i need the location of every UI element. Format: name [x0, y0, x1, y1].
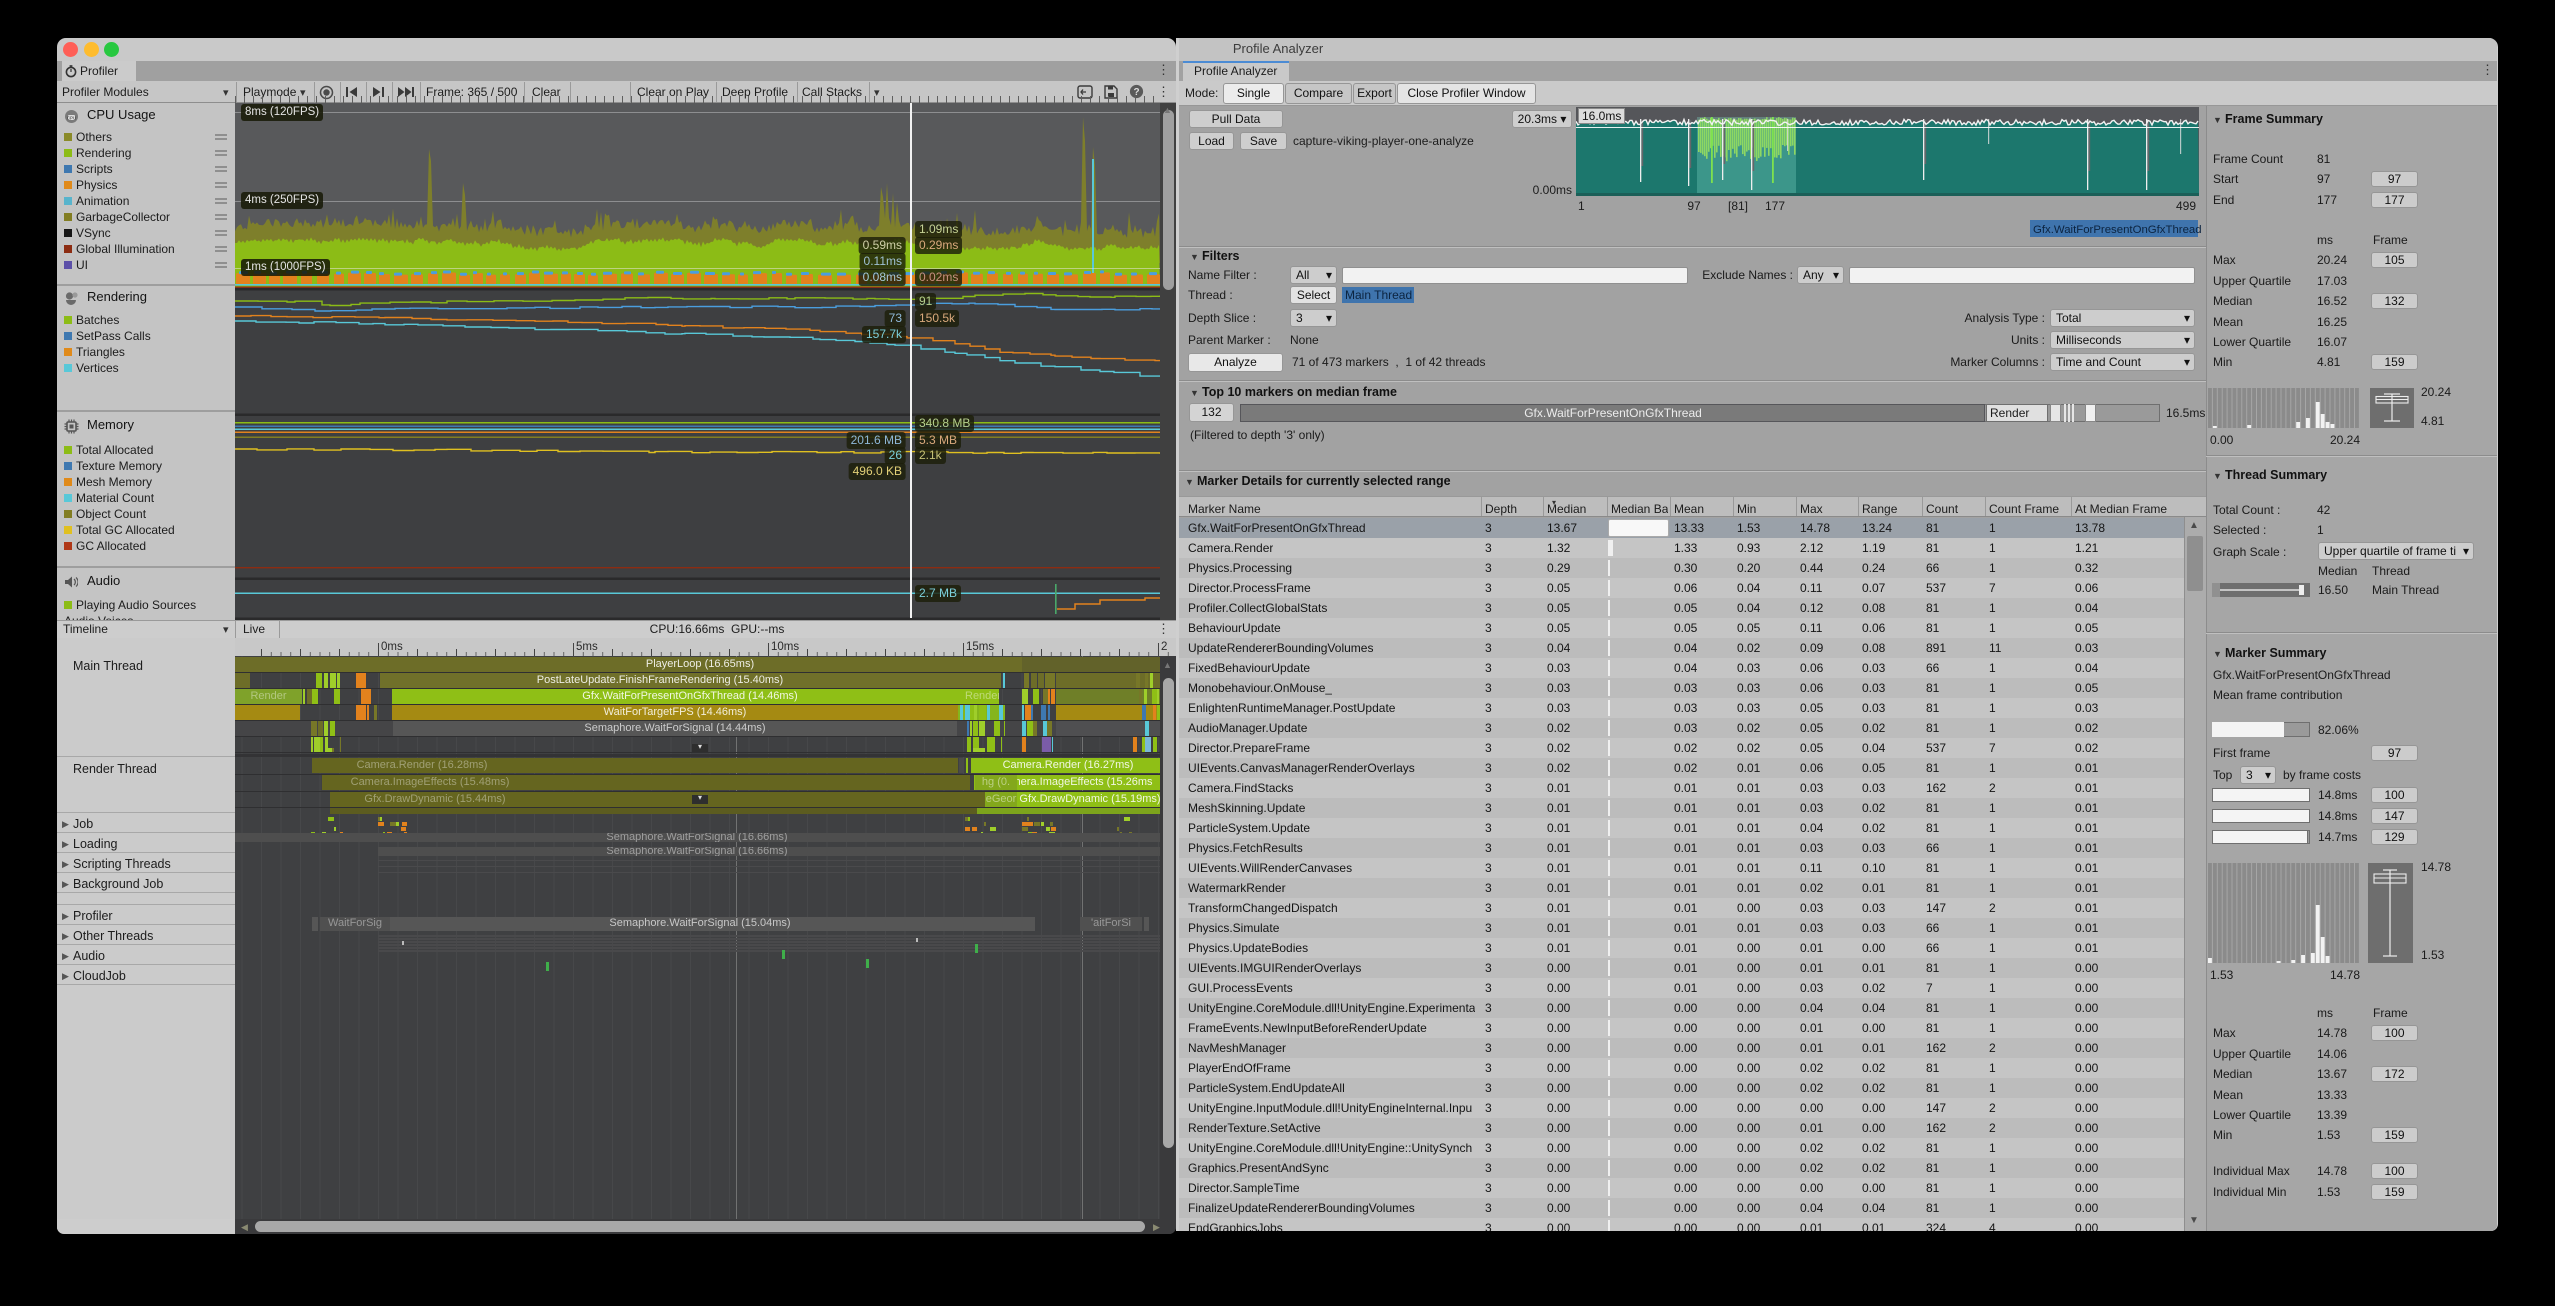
svg-text:CPU: CPU: [67, 116, 77, 121]
